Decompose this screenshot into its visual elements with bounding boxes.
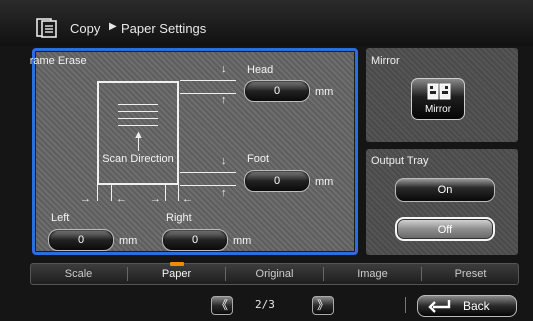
breadcrumb-arrow-icon: ▶ — [109, 21, 117, 32]
left-guide-line — [111, 185, 112, 201]
paper-line — [118, 118, 158, 119]
page-indicator: 2/3 — [255, 298, 275, 311]
tab-original[interactable]: Original — [226, 263, 323, 285]
left-margin-field[interactable]: 0 — [48, 229, 114, 251]
head-up-arrow-icon: ↑ — [221, 94, 227, 106]
left-left-arrow-icon: ← — [116, 193, 127, 205]
right-guide-line — [178, 185, 179, 201]
breadcrumb-copy: Copy — [70, 21, 101, 36]
footer-separator — [405, 297, 406, 313]
breadcrumb-page-title: Paper Settings — [121, 21, 207, 36]
foot-guide-line — [180, 172, 236, 173]
tab-image[interactable]: Image — [324, 263, 421, 285]
right-unit: mm — [233, 235, 252, 247]
active-tab-indicator — [170, 262, 184, 266]
scan-direction-label: Scan Direction — [102, 153, 174, 165]
scan-direction-arrow-icon: ▲ — [133, 129, 144, 141]
head-down-arrow-icon: ↓ — [221, 63, 227, 75]
mirror-title: Mirror — [371, 55, 400, 67]
right-guide-line — [165, 185, 166, 201]
previous-page-button[interactable]: 《 — [211, 296, 233, 315]
mirror-icon — [427, 83, 451, 101]
screen: Copy ▶ Paper Settings Frame Erase ▲ Scan… — [0, 0, 533, 321]
tab-preset[interactable]: Preset — [422, 263, 519, 285]
paper-line — [118, 111, 158, 112]
head-unit: mm — [315, 86, 334, 98]
output-tray-off-button[interactable]: Off — [395, 217, 495, 241]
right-right-arrow-icon: → — [150, 193, 161, 205]
foot-guide-line — [180, 185, 236, 186]
head-label: Head — [247, 64, 274, 76]
output-tray-title: Output Tray — [371, 155, 429, 167]
left-label: Left — [51, 212, 70, 224]
foot-label: Foot — [247, 153, 270, 165]
right-left-arrow-icon: ← — [182, 193, 193, 205]
next-page-button[interactable]: 》 — [312, 296, 334, 315]
right-label: Right — [166, 212, 192, 224]
left-right-arrow-icon: → — [80, 193, 91, 205]
foot-up-arrow-icon: ↑ — [221, 187, 227, 199]
frame-erase-title: Frame Erase — [30, 55, 87, 67]
left-guide-line — [97, 185, 98, 201]
tab-paper[interactable]: Paper — [128, 263, 225, 285]
mirror-button[interactable]: Mirror — [411, 78, 465, 120]
tab-scale[interactable]: Scale — [30, 263, 127, 285]
paper-sheet-diagram: ▲ — [97, 81, 179, 185]
return-arrow-icon — [427, 299, 453, 313]
mirror-button-label: Mirror — [424, 104, 452, 115]
paper-line — [118, 104, 158, 105]
paper-line — [118, 125, 158, 126]
foot-margin-field[interactable]: 0 — [244, 170, 310, 192]
back-button-label: Back — [463, 299, 490, 313]
right-margin-field[interactable]: 0 — [162, 229, 228, 251]
head-margin-field[interactable]: 0 — [244, 80, 310, 102]
head-guide-line — [180, 80, 236, 81]
copy-document-icon — [36, 18, 58, 38]
output-tray-on-button[interactable]: On — [395, 178, 495, 202]
head-guide-line — [180, 93, 236, 94]
foot-unit: mm — [315, 176, 334, 188]
left-unit: mm — [119, 235, 138, 247]
foot-down-arrow-icon: ↓ — [221, 155, 227, 167]
